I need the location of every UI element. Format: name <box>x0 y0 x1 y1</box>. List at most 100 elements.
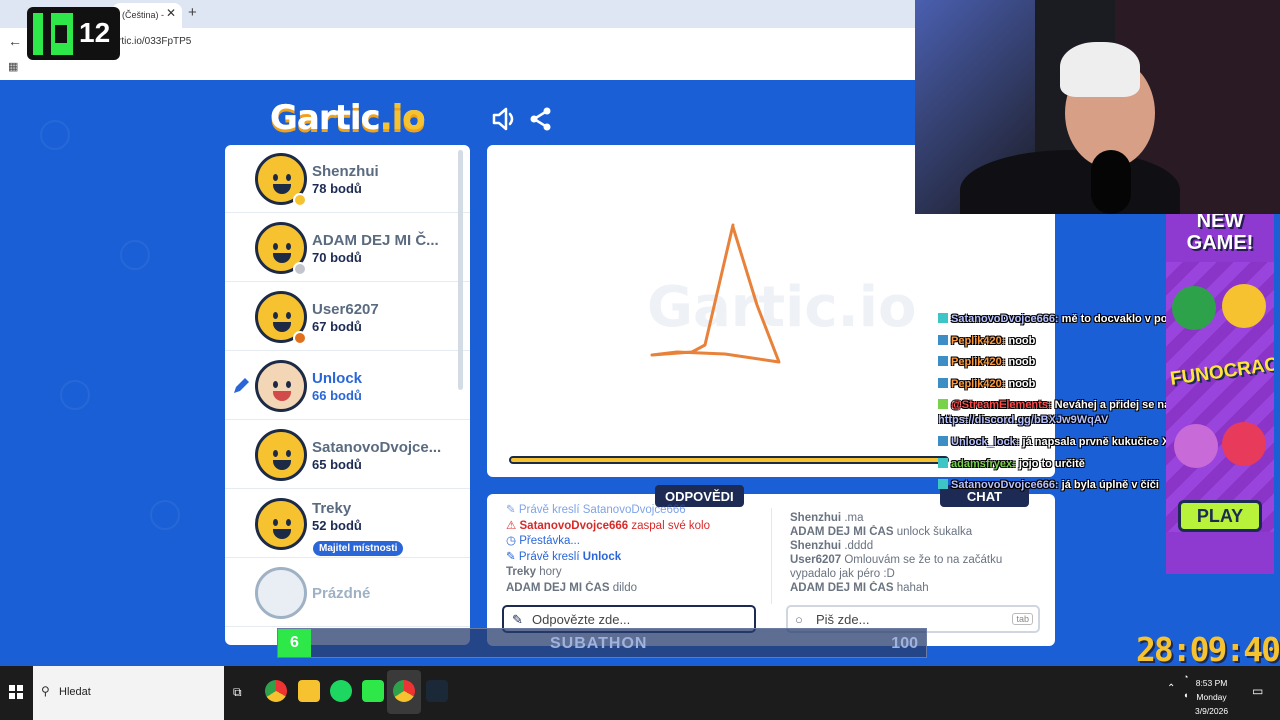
taskbar-search[interactable]: ⚲ Hledat <box>33 666 224 720</box>
player-row[interactable]: ADAM DEJ MI Č... 70 bodů <box>225 214 470 282</box>
tab-close-icon[interactable]: ✕ <box>166 6 176 20</box>
spotify-icon[interactable] <box>330 680 352 702</box>
stream-timer: 28:09:40 <box>1136 630 1280 669</box>
chat-message: Shenzhui .ma <box>790 512 864 524</box>
chat-message: ADAM DEJ MI ČAS unlock šukalka <box>790 526 973 538</box>
player-points: 52 bodů <box>312 518 362 533</box>
task-view-icon[interactable]: ⧉ <box>233 685 242 700</box>
log-entry: Treky hory <box>506 566 562 578</box>
logo-suffix: .io <box>379 98 426 138</box>
ad-character-icon <box>1222 422 1266 466</box>
log-entry: ✎ Právě kreslí SatanovoDvojce666 <box>506 504 686 516</box>
share-icon[interactable] <box>530 107 552 131</box>
player-name: Treky <box>312 500 352 517</box>
badge-icon <box>938 334 948 345</box>
speaker-icon[interactable] <box>492 107 518 131</box>
player-name: Shenzhui <box>312 163 379 180</box>
channel-logo: 12 <box>27 7 120 60</box>
subathon-count: 6 <box>278 629 311 657</box>
back-arrow-icon[interactable]: ← <box>8 33 22 49</box>
browser-window: (Čeština) - ✕ + ← rtic.io/033FpTP5 ▦ <box>0 0 915 80</box>
panel-divider <box>771 508 772 604</box>
chat-message: Shenzhui .dddd <box>790 540 874 552</box>
ad-play-button[interactable]: PLAY <box>1178 500 1262 532</box>
pattern-doodle <box>40 120 70 150</box>
side-ad-banner[interactable]: NEW GAME! FUNOCRACY PLAY <box>1166 214 1274 574</box>
clock-day: Monday <box>1196 692 1227 702</box>
url-text[interactable]: rtic.io/033FpTP5 <box>118 36 191 47</box>
avatar <box>255 360 307 412</box>
chat-bubble-icon: ○ <box>795 612 803 627</box>
player-name: Unlock <box>312 370 363 387</box>
badge-icon <box>938 356 948 366</box>
subathon-label: SUBATHON <box>550 635 648 652</box>
rank-badge <box>293 262 307 276</box>
badge-icon <box>938 457 948 468</box>
player-row[interactable]: SatanovoDvojce... 65 bodů <box>225 421 470 489</box>
taskbar-search-text: Hledat <box>59 686 91 698</box>
chat-message: vypadalo jak péro :D <box>790 568 895 580</box>
player-row[interactable]: Shenzhui 78 bodů <box>225 145 470 213</box>
network-icon[interactable]: ◔ <box>1183 672 1188 682</box>
player-row[interactable]: Treky 52 bodů Majitel místnosti <box>225 490 470 558</box>
avatar <box>255 429 307 481</box>
k-logo-icon <box>33 13 73 55</box>
badge-icon <box>938 313 948 323</box>
badge-icon <box>938 377 948 388</box>
kick-app-icon[interactable] <box>362 680 384 702</box>
avatar <box>255 498 307 550</box>
log-entry: ✎ Právě kreslí Unlock <box>506 550 622 563</box>
chat-message: User6207 Omlouvám se že to na začátku <box>790 554 1003 566</box>
empty-slot-label: Prázdné <box>312 585 371 602</box>
empty-avatar-icon <box>255 567 307 619</box>
player-name: User6207 <box>312 301 379 318</box>
tab-key-hint: tab <box>1012 613 1033 625</box>
player-row-empty: Prázdné <box>225 559 470 627</box>
badge-icon <box>938 479 948 489</box>
volume-icon[interactable]: ◖ <box>1183 690 1188 700</box>
new-tab-icon[interactable]: + <box>188 4 197 21</box>
player-points: 66 bodů <box>312 388 362 403</box>
file-explorer-icon[interactable] <box>298 680 320 702</box>
chat-message: ADAM DEJ MI ČAS hahah <box>790 582 929 594</box>
microphone-icon <box>1091 150 1131 214</box>
windows-start-icon[interactable] <box>9 685 23 699</box>
badge-icon <box>938 436 948 446</box>
ad-character-icon <box>1222 284 1266 328</box>
player-row-drawing[interactable]: Unlock 66 bodů <box>225 352 470 420</box>
tab-strip: (Čeština) - ✕ + <box>0 0 915 28</box>
chrome-active-icon[interactable] <box>393 680 415 702</box>
tray-chevron-icon[interactable]: ⌃ <box>1167 683 1175 694</box>
log-entry: ADAM DEJ MI ČAS dildo <box>506 581 638 594</box>
steam-icon[interactable] <box>426 680 448 702</box>
clock-date: 3/9/2026 <box>1195 706 1229 716</box>
player-row[interactable]: User6207 67 bodů <box>225 283 470 351</box>
gartic-logo: Gartic.io <box>270 98 426 138</box>
notifications-icon[interactable]: ▭ <box>1252 684 1263 698</box>
apps-grid-icon[interactable]: ▦ <box>8 60 18 73</box>
taskbar-clock[interactable]: 8:53 PM Monday 3/9/2026 <box>1195 676 1228 718</box>
webcam-feed <box>915 0 1280 214</box>
windows-taskbar: ⚲ Hledat ⧉ ⌃ ◔ ◖ 8:53 PM Monday 3/9/2026… <box>0 666 1280 720</box>
player-points: 65 bodů <box>312 457 362 472</box>
cam-person-cap <box>1060 42 1140 97</box>
player-list-scrollbar[interactable] <box>458 150 463 390</box>
address-bar: ← rtic.io/033FpTP5 <box>0 28 915 56</box>
pattern-doodle <box>60 380 90 410</box>
log-entry: ◷ Přestávka... <box>506 535 580 547</box>
ad-character-icon <box>1172 286 1216 330</box>
chat-log: Shenzhui .ma ADAM DEJ MI ČAS unlock šuka… <box>790 511 1040 595</box>
badge-icon <box>938 399 948 409</box>
player-points: 67 bodů <box>312 319 362 334</box>
answers-log: ✎ Právě kreslí SatanovoDvojce666 ⚠ Satan… <box>506 503 756 596</box>
pencil-icon <box>234 378 249 393</box>
ad-character-icon <box>1174 424 1218 468</box>
player-points: 78 bodů <box>312 181 362 196</box>
pattern-doodle <box>120 240 150 270</box>
pattern-doodle <box>150 500 180 530</box>
subathon-progress-bar: 6 SUBATHON 100 <box>277 628 927 658</box>
player-list: Shenzhui 78 bodů ADAM DEJ MI Č... 70 bod… <box>225 145 470 645</box>
chat-placeholder: Piš zde... <box>816 612 870 627</box>
pencil-icon: ✎ <box>512 612 523 627</box>
chrome-icon[interactable] <box>265 680 287 702</box>
